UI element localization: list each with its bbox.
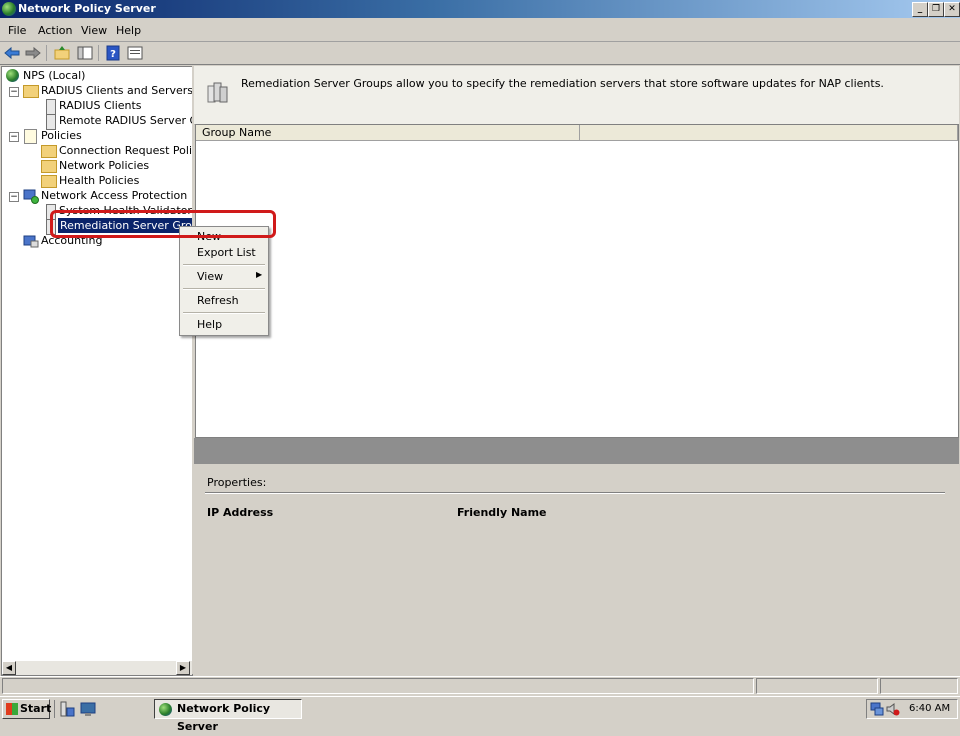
window-title: Network Policy Server bbox=[18, 2, 156, 15]
properties-separator bbox=[205, 492, 945, 494]
properties-label: Properties: bbox=[207, 476, 267, 489]
network-icon[interactable] bbox=[870, 702, 884, 716]
menu-file[interactable]: File bbox=[8, 24, 26, 37]
annotation-highlight bbox=[50, 210, 276, 238]
folder-icon bbox=[41, 145, 57, 158]
context-menu-help[interactable]: Help bbox=[197, 318, 222, 331]
menu-action[interactable]: Action bbox=[38, 24, 72, 37]
context-menu-refresh[interactable]: Refresh bbox=[197, 294, 239, 307]
scroll-left-icon[interactable]: ◀ bbox=[2, 661, 16, 675]
volume-muted-icon[interactable] bbox=[886, 702, 900, 716]
details-divider bbox=[194, 438, 959, 464]
nps-globe-icon bbox=[2, 2, 16, 16]
submenu-arrow-icon: ▶ bbox=[256, 270, 263, 279]
tree-item-policies[interactable]: Policies bbox=[41, 128, 82, 143]
remediation-groups-list[interactable]: Group Name bbox=[195, 124, 959, 438]
scroll-right-icon[interactable]: ▶ bbox=[176, 661, 190, 675]
collapse-toggle-icon[interactable]: − bbox=[9, 132, 19, 142]
tree-item-health-policies[interactable]: Health Policies bbox=[59, 173, 139, 188]
forward-arrow-icon[interactable] bbox=[24, 45, 42, 61]
nps-globe-icon bbox=[6, 69, 19, 82]
toolbar: ? bbox=[0, 42, 960, 65]
start-label: Start bbox=[20, 702, 52, 715]
tree-item-network-policies[interactable]: Network Policies bbox=[59, 158, 149, 173]
collapse-toggle-icon[interactable]: − bbox=[9, 192, 19, 202]
status-bar bbox=[0, 676, 960, 696]
network-access-protection-icon bbox=[23, 189, 39, 204]
menu-separator bbox=[183, 264, 265, 266]
title-bar[interactable]: Network Policy Server _ ❐ ✕ bbox=[0, 0, 960, 18]
minimize-button[interactable]: _ bbox=[912, 2, 928, 17]
help-icon[interactable]: ? bbox=[104, 45, 122, 61]
tree-item-nps-local[interactable]: NPS (Local) bbox=[23, 68, 85, 83]
menu-separator bbox=[183, 288, 265, 290]
column-header-empty[interactable] bbox=[580, 125, 958, 141]
console-tree[interactable]: NPS (Local) − RADIUS Clients and Servers… bbox=[1, 66, 193, 676]
clock[interactable]: 6:40 AM bbox=[909, 703, 950, 714]
show-desktop-icon[interactable] bbox=[80, 701, 96, 717]
context-menu-export-list[interactable]: Export List bbox=[197, 246, 256, 259]
collapse-toggle-icon[interactable]: − bbox=[9, 87, 19, 97]
properties-icon[interactable] bbox=[126, 45, 144, 61]
server-manager-icon[interactable] bbox=[59, 701, 75, 717]
menu-separator bbox=[183, 312, 265, 314]
context-menu: New Export List View ▶ Refresh Help bbox=[179, 226, 269, 336]
up-folder-icon[interactable] bbox=[53, 45, 71, 61]
menu-view[interactable]: View bbox=[81, 24, 107, 37]
windows-flag-icon bbox=[6, 703, 18, 715]
menu-bar: File Action View Help bbox=[0, 19, 960, 42]
taskbar-button-nps[interactable]: Network Policy Server bbox=[154, 699, 302, 733]
folder-icon bbox=[41, 175, 57, 188]
context-menu-view[interactable]: View bbox=[197, 270, 223, 283]
status-panel-main bbox=[2, 678, 754, 694]
taskbar-button-label: Network Policy Server bbox=[177, 702, 271, 733]
remediation-servers-icon bbox=[207, 82, 228, 103]
folder-icon bbox=[23, 85, 39, 98]
taskbar: Start Network Policy Server 6:40 AM bbox=[0, 696, 960, 733]
description-banner: Remediation Server Groups allow you to s… bbox=[194, 66, 959, 125]
tree-item-radius-clients[interactable]: RADIUS Clients bbox=[59, 98, 142, 113]
tree-item-connection-request-policies[interactable]: Connection Request Policies bbox=[59, 143, 192, 158]
server-icon bbox=[46, 99, 56, 115]
description-text: Remediation Server Groups allow you to s… bbox=[241, 77, 884, 90]
accounting-icon bbox=[23, 235, 39, 248]
back-arrow-icon[interactable] bbox=[3, 45, 21, 61]
tree-item-radius-clients-servers[interactable]: RADIUS Clients and Servers bbox=[41, 83, 192, 98]
status-panel-3 bbox=[880, 678, 958, 694]
show-hide-tree-icon[interactable] bbox=[76, 45, 94, 61]
status-panel-2 bbox=[756, 678, 878, 694]
policy-icon bbox=[24, 129, 37, 144]
folder-icon bbox=[41, 160, 57, 173]
column-header-group-name[interactable]: Group Name bbox=[196, 125, 580, 141]
results-pane: Remediation Server Groups allow you to s… bbox=[194, 66, 959, 674]
nps-globe-icon bbox=[159, 703, 172, 716]
system-tray: 6:40 AM bbox=[866, 699, 958, 719]
svg-text:?: ? bbox=[110, 49, 116, 60]
restore-button[interactable]: ❐ bbox=[928, 2, 944, 17]
tree-item-network-access-protection[interactable]: Network Access Protection bbox=[41, 188, 187, 203]
friendly-name-header: Friendly Name bbox=[457, 506, 547, 519]
menu-help[interactable]: Help bbox=[116, 24, 141, 37]
tree-item-remote-radius-server-groups[interactable]: Remote RADIUS Server Grou bbox=[59, 113, 192, 128]
tree-horizontal-scrollbar[interactable]: ◀ ▶ bbox=[2, 661, 192, 675]
start-button[interactable]: Start bbox=[2, 699, 52, 719]
close-button[interactable]: ✕ bbox=[944, 2, 960, 17]
properties-pane: Properties: IP Address Friendly Name bbox=[194, 464, 959, 674]
ip-address-header: IP Address bbox=[207, 506, 274, 519]
